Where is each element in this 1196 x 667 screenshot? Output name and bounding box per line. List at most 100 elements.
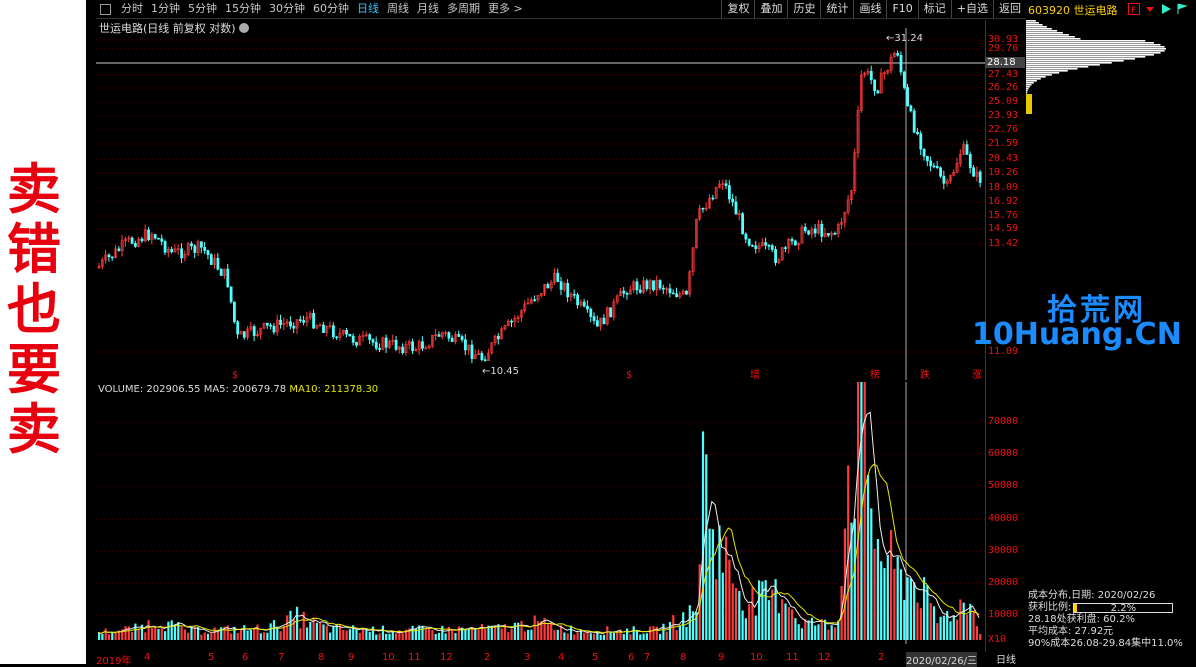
candle-body bbox=[745, 234, 747, 239]
volume-bar bbox=[649, 627, 651, 640]
cost-band bbox=[1026, 28, 1052, 30]
toggle-panel-icon[interactable] bbox=[100, 4, 111, 15]
overlay-button[interactable]: 叠加 bbox=[754, 0, 787, 18]
volume-bar bbox=[973, 611, 975, 640]
dropdown-icon[interactable] bbox=[1144, 3, 1156, 15]
volume-bar bbox=[204, 632, 206, 640]
volume-bar bbox=[98, 633, 100, 640]
volume-bar bbox=[817, 624, 819, 640]
volume-bar bbox=[890, 530, 892, 640]
play-icon[interactable] bbox=[1160, 3, 1172, 15]
volume-bar bbox=[329, 633, 331, 640]
f10-button[interactable]: F10 bbox=[886, 0, 917, 18]
candle-body bbox=[369, 335, 371, 340]
cost-band bbox=[1026, 50, 1165, 52]
volume-bar bbox=[316, 623, 318, 640]
volume-bar bbox=[174, 625, 176, 640]
candle-body bbox=[735, 202, 737, 214]
volume-bar bbox=[151, 628, 153, 640]
volume-bar bbox=[547, 624, 549, 640]
volume-bar bbox=[616, 632, 618, 640]
back-button[interactable]: 返回 bbox=[993, 0, 1026, 18]
cost-band bbox=[1026, 70, 1068, 72]
tab-period[interactable]: 5分钟 bbox=[184, 0, 221, 18]
candle-body bbox=[672, 293, 674, 294]
tab-period[interactable]: 15分钟 bbox=[221, 0, 265, 18]
f-icon[interactable]: F bbox=[1128, 3, 1140, 15]
price-tick: 15.76 bbox=[988, 210, 1018, 221]
cost-band bbox=[1026, 68, 1078, 70]
volume-bar bbox=[804, 619, 806, 640]
restore-rights-button[interactable]: 复权 bbox=[721, 0, 754, 18]
candle-body bbox=[164, 241, 166, 252]
volume-bar bbox=[709, 529, 711, 640]
candle-body bbox=[379, 348, 381, 349]
cost-band bbox=[1026, 20, 1036, 22]
candle-body bbox=[451, 338, 453, 341]
price-chart[interactable]: ←31.24←10.45$$增榜跌涨 bbox=[96, 28, 986, 380]
period-toolbar: 分时 1分钟 5分钟 15分钟 30分钟 60分钟 日线 周线 月线 多周期 更… bbox=[96, 0, 1026, 19]
volume-bar bbox=[652, 626, 654, 640]
tab-period[interactable]: 月线 bbox=[413, 0, 443, 18]
tab-period[interactable]: 多周期 bbox=[443, 0, 484, 18]
volume-bar bbox=[131, 632, 133, 640]
volume-header: VOLUME: 202906.55 MA5: 200679.78 MA10: 2… bbox=[98, 384, 378, 395]
draw-button[interactable]: 画线 bbox=[853, 0, 886, 18]
tab-period[interactable]: 30分钟 bbox=[265, 0, 309, 18]
history-button[interactable]: 历史 bbox=[787, 0, 820, 18]
volume-bar bbox=[768, 600, 770, 640]
candle-body bbox=[230, 287, 232, 302]
volume-bar bbox=[590, 633, 592, 640]
tab-more[interactable]: 更多 > bbox=[484, 0, 527, 18]
volume-bar bbox=[831, 625, 833, 640]
candle-body bbox=[662, 288, 664, 289]
volume-bar bbox=[659, 634, 661, 640]
stats-button[interactable]: 统计 bbox=[820, 0, 853, 18]
volume-bar bbox=[979, 634, 981, 640]
mark-button[interactable]: 标记 bbox=[918, 0, 951, 18]
volume-bar bbox=[778, 613, 780, 640]
date-tick: 6 bbox=[628, 652, 634, 663]
add-watchlist-button[interactable]: +自选 bbox=[951, 0, 993, 18]
event-marker: 跌 bbox=[920, 368, 930, 380]
tab-period[interactable]: 周线 bbox=[383, 0, 413, 18]
volume-bar bbox=[263, 632, 265, 640]
candle-body bbox=[870, 71, 872, 80]
volume-bar bbox=[306, 627, 308, 640]
candle-body bbox=[534, 300, 536, 301]
volume-bar bbox=[626, 629, 628, 640]
candle-body bbox=[913, 111, 915, 132]
volume-value: VOLUME: 202906.55 bbox=[98, 384, 201, 395]
date-tick: 11 bbox=[786, 652, 799, 663]
tab-period[interactable]: 分时 bbox=[117, 0, 147, 18]
tab-period-active[interactable]: 日线 bbox=[353, 0, 383, 18]
tab-period[interactable]: 60分钟 bbox=[309, 0, 353, 18]
volume-tick: 30000 bbox=[988, 545, 1018, 556]
candle-body bbox=[936, 166, 938, 167]
tab-period[interactable]: 1分钟 bbox=[147, 0, 184, 18]
candle-body bbox=[923, 149, 925, 156]
candle-body bbox=[560, 282, 562, 290]
volume-bar bbox=[181, 626, 183, 640]
volume-bar bbox=[781, 599, 783, 640]
candle-body bbox=[118, 249, 120, 251]
candle-body bbox=[626, 293, 628, 294]
cost-band bbox=[1026, 78, 1041, 80]
volume-bar bbox=[811, 618, 813, 640]
date-tick: 9 bbox=[718, 652, 724, 663]
volume-bar bbox=[969, 604, 971, 640]
candle-body bbox=[907, 87, 909, 105]
volume-bar bbox=[682, 612, 684, 640]
candle-body bbox=[293, 326, 295, 328]
volume-chart[interactable] bbox=[96, 382, 986, 644]
volume-bar bbox=[550, 622, 552, 640]
candle-body bbox=[181, 249, 183, 258]
volume-bar bbox=[907, 577, 909, 640]
volume-bar bbox=[474, 629, 476, 640]
date-tick: 12 bbox=[818, 652, 831, 663]
candle-body bbox=[194, 246, 196, 253]
volume-bar bbox=[610, 632, 612, 640]
volume-bar bbox=[138, 628, 140, 640]
candle-body bbox=[438, 335, 440, 337]
flag-icon[interactable] bbox=[1176, 3, 1188, 15]
